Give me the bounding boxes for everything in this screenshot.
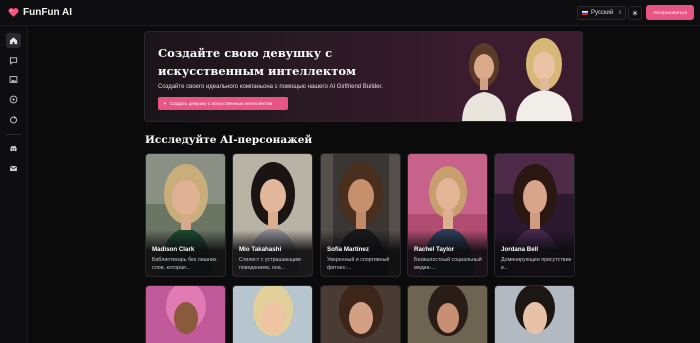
sidebar-item-create[interactable] [6,112,21,127]
create-girlfriend-button[interactable]: ✦ Создать девушку с искусственным интелл… [158,97,288,110]
brand-name: FunFun AI [23,7,73,18]
character-card[interactable] [407,285,488,343]
character-card[interactable] [232,285,313,343]
character-card[interactable]: Sofia Martinez Уверенный и спортивный фи… [320,153,401,277]
heart-logo-icon [8,8,19,17]
sidebar-item-explore[interactable] [6,92,21,107]
sidebar [0,26,28,343]
section-title: Исследуйте AI-персонажей [145,134,313,146]
top-bar: FunFun AI Русский ⇕ ☀ Авторизоваться [0,0,700,26]
character-description: Доминирующее присутствие в... [501,257,572,271]
compass-icon [9,95,18,104]
language-select[interactable]: Русский ⇕ [577,6,626,20]
hero-models-image [450,32,582,121]
sidebar-item-chat[interactable] [6,53,21,68]
character-card[interactable]: Madison Clark Библиотекарь без лишних сл… [145,153,226,277]
character-card[interactable]: Jordana Bell Доминирующее присутствие в.… [494,153,575,277]
character-portrait [146,286,225,343]
sidebar-item-mail[interactable] [6,161,21,176]
character-description: Библиотекарь без лишних слов, которая... [152,257,217,271]
chat-icon [9,57,18,65]
character-card[interactable]: Rachel Taylor Безжалостный социальный ме… [407,153,488,277]
character-name: Madison Clark [152,246,195,253]
hero-title: Создайте свою девушку с искусственным ин… [158,46,357,78]
hero-banner: Создайте свою девушку с искусственным ин… [144,31,583,122]
russia-flag-icon [582,11,588,15]
sidebar-item-gallery[interactable] [6,72,21,87]
hero-subtitle: Создайте своего идеального компаньона с … [158,84,383,90]
magic-wand-icon: ✦ [163,100,167,106]
create-girlfriend-button-label: Создать девушку с искусственным интеллек… [169,101,273,106]
mail-icon [9,165,18,172]
sidebar-divider [6,134,21,135]
character-name: Mio Takahashi [239,246,282,253]
character-card[interactable] [145,285,226,343]
character-portrait [408,286,487,343]
updown-chevron-icon: ⇕ [617,10,622,16]
image-icon [9,76,18,83]
theme-toggle-button[interactable]: ☀ [628,6,642,20]
login-button[interactable]: Авторизоваться [646,5,694,20]
character-portrait [321,286,400,343]
sidebar-item-discord[interactable] [6,141,21,156]
character-name: Sofia Martinez [327,246,369,253]
character-portrait [495,286,574,343]
character-description: Безжалостный социальный медиа-... [414,257,482,271]
sun-icon: ☀ [631,8,639,18]
character-card[interactable] [494,285,575,343]
character-name: Rachel Taylor [414,246,455,253]
character-card[interactable]: Mio Takahashi Стилист с устрашающим пове… [232,153,313,277]
sidebar-item-home[interactable] [6,33,21,48]
discord-icon [10,145,17,152]
language-value: Русский [591,10,614,16]
character-card[interactable] [320,285,401,343]
home-icon [9,37,18,45]
character-name: Jordana Bell [501,246,539,253]
character-description: Стилист с устрашающим поведением, она... [239,257,301,271]
sparkle-icon [9,115,18,124]
character-portrait [233,286,312,343]
character-description: Уверенный и спортивный фитнес-... [327,257,390,271]
brand-logo[interactable]: FunFun AI [8,7,72,18]
